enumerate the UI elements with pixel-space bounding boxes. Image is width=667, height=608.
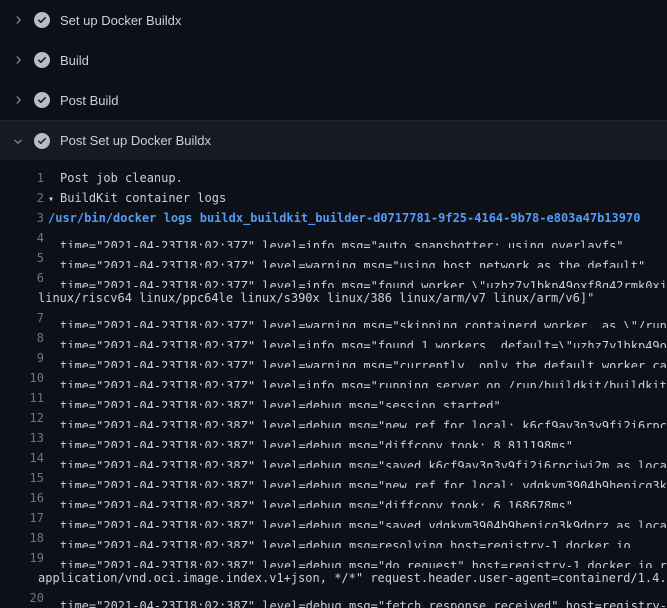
log-line: 11 time="2021-04-23T18:02:38Z" level=debu… bbox=[0, 388, 667, 408]
chevron-down-icon bbox=[12, 135, 24, 147]
log-line-text: time="2021-04-23T18:02:37Z" level=warnin… bbox=[60, 308, 667, 328]
log-line-text: time="2021-04-23T18:02:37Z" level=info m… bbox=[60, 328, 667, 348]
log-line-number[interactable]: 2 bbox=[0, 188, 44, 208]
log-panel: Set up Docker Buildx Build Post Build Post … bbox=[0, 0, 667, 608]
log-line-number[interactable]: 3 bbox=[0, 208, 44, 228]
log-line: 7 time="2021-04-23T18:02:37Z" level=warni… bbox=[0, 308, 667, 328]
log-line: 6 time="2021-04-23T18:02:37Z" level=info … bbox=[0, 268, 667, 288]
step-list: Set up Docker Buildx Build Post Build Post … bbox=[0, 0, 667, 160]
log-line: 13 time="2021-04-23T18:02:38Z" level=debu… bbox=[0, 428, 667, 448]
step-header-set-up-docker-buildx[interactable]: Set up Docker Buildx bbox=[0, 0, 667, 40]
log-line: linux/riscv64 linux/ppc64le linux/s390x … bbox=[0, 288, 667, 308]
log-line: 14 time="2021-04-23T18:02:38Z" level=debu… bbox=[0, 448, 667, 468]
chevron-right-icon bbox=[12, 54, 24, 66]
log-line-number[interactable]: 14 bbox=[0, 448, 44, 468]
log-line-number[interactable]: 10 bbox=[0, 368, 44, 388]
log-line-number[interactable]: 5 bbox=[0, 248, 44, 268]
log-lines: 1Post job cleanup.2▾BuildKit container l… bbox=[0, 160, 667, 608]
log-line-number[interactable]: 1 bbox=[0, 168, 44, 188]
log-group-row[interactable]: 2▾BuildKit container logs bbox=[0, 188, 667, 208]
log-line: 18 time="2021-04-23T18:02:38Z" level=debu… bbox=[0, 528, 667, 548]
log-line: 20 time="2021-04-23T18:02:38Z" level=debu… bbox=[0, 588, 667, 608]
log-line: 12 time="2021-04-23T18:02:38Z" level=debu… bbox=[0, 408, 667, 428]
log-line: 17 time="2021-04-23T18:02:38Z" level=debu… bbox=[0, 508, 667, 528]
log-line-text: ▾BuildKit container logs bbox=[48, 188, 226, 208]
log-line-text: Post job cleanup. bbox=[60, 168, 183, 188]
log-line-number[interactable]: 4 bbox=[0, 228, 44, 248]
log-line-text: time="2021-04-23T18:02:38Z" level=debug … bbox=[60, 428, 573, 448]
log-line-text: time="2021-04-23T18:02:38Z" level=debug … bbox=[60, 468, 667, 488]
log-line: application/vnd.oci.image.index.v1+json,… bbox=[0, 568, 667, 588]
log-line: 8 time="2021-04-23T18:02:37Z" level=info … bbox=[0, 328, 667, 348]
step-header-post-set-up-docker-buildx[interactable]: Post Set up Docker Buildx bbox=[0, 120, 667, 160]
log-line-text: time="2021-04-23T18:02:38Z" level=debug … bbox=[60, 548, 667, 568]
step-title: Build bbox=[60, 53, 89, 68]
log-line-text: time="2021-04-23T18:02:37Z" level=info m… bbox=[60, 368, 667, 388]
log-line-text: time="2021-04-23T18:02:38Z" level=debug … bbox=[60, 508, 667, 528]
log-line: 5 time="2021-04-23T18:02:37Z" level=warni… bbox=[0, 248, 667, 268]
step-title: Post Set up Docker Buildx bbox=[60, 133, 211, 148]
log-line-text: time="2021-04-23T18:02:38Z" level=debug … bbox=[60, 588, 667, 608]
step-header-post-build[interactable]: Post Build bbox=[0, 80, 667, 120]
log-line-number[interactable]: 11 bbox=[0, 388, 44, 408]
log-line-text: time="2021-04-23T18:02:37Z" level=warnin… bbox=[60, 248, 645, 268]
log-line-text: time="2021-04-23T18:02:38Z" level=debug … bbox=[60, 488, 573, 508]
log-line-number[interactable]: 19 bbox=[0, 548, 44, 568]
log-line-number[interactable]: 9 bbox=[0, 348, 44, 368]
log-line-number[interactable]: 6 bbox=[0, 268, 44, 288]
log-line-number[interactable]: 13 bbox=[0, 428, 44, 448]
log-line-text: time="2021-04-23T18:02:38Z" level=debug … bbox=[60, 448, 667, 468]
log-line-text: linux/riscv64 linux/ppc64le linux/s390x … bbox=[38, 288, 594, 308]
log-line: 4 time="2021-04-23T18:02:37Z" level=info … bbox=[0, 228, 667, 248]
log-line-text: time="2021-04-23T18:02:38Z" level=debug … bbox=[60, 388, 501, 408]
step-title: Set up Docker Buildx bbox=[60, 13, 181, 28]
log-command-text: /usr/bin/docker logs buildx_buildkit_bui… bbox=[48, 208, 640, 228]
log-line-text: time="2021-04-23T18:02:37Z" level=info m… bbox=[60, 268, 667, 288]
chevron-right-icon bbox=[12, 94, 24, 106]
check-circle-icon bbox=[34, 133, 50, 149]
log-line: 3/usr/bin/docker logs buildx_buildkit_bu… bbox=[0, 208, 667, 228]
log-line: 15 time="2021-04-23T18:02:38Z" level=debu… bbox=[0, 468, 667, 488]
log-line-number[interactable]: 18 bbox=[0, 528, 44, 548]
step-header-build[interactable]: Build bbox=[0, 40, 667, 80]
log-line-text: time="2021-04-23T18:02:37Z" level=info m… bbox=[60, 228, 624, 248]
log-line: 16 time="2021-04-23T18:02:38Z" level=debu… bbox=[0, 488, 667, 508]
log-line-text: time="2021-04-23T18:02:38Z" level=debug … bbox=[60, 408, 667, 428]
step-title: Post Build bbox=[60, 93, 119, 108]
log-line-number[interactable]: 17 bbox=[0, 508, 44, 528]
log-line-number[interactable]: 16 bbox=[0, 488, 44, 508]
check-circle-icon bbox=[34, 52, 50, 68]
log-line: 19 time="2021-04-23T18:02:38Z" level=debu… bbox=[0, 548, 667, 568]
check-circle-icon bbox=[34, 12, 50, 28]
log-line-number[interactable]: 15 bbox=[0, 468, 44, 488]
log-line-number[interactable]: 7 bbox=[0, 308, 44, 328]
log-line-text: time="2021-04-23T18:02:38Z" level=debug … bbox=[60, 528, 631, 548]
log-line-number[interactable]: 12 bbox=[0, 408, 44, 428]
log-line-text: time="2021-04-23T18:02:37Z" level=warnin… bbox=[60, 348, 667, 368]
log-line: 9 time="2021-04-23T18:02:37Z" level=warni… bbox=[0, 348, 667, 368]
log-line: 1 Post job cleanup. bbox=[0, 168, 667, 188]
group-chevron-down-icon[interactable]: ▾ bbox=[48, 190, 54, 208]
log-line-text: application/vnd.oci.image.index.v1+json,… bbox=[38, 568, 667, 588]
chevron-right-icon bbox=[12, 14, 24, 26]
log-line-number[interactable]: 20 bbox=[0, 588, 44, 608]
log-line: 10 time="2021-04-23T18:02:37Z" level=info… bbox=[0, 368, 667, 388]
check-circle-icon bbox=[34, 92, 50, 108]
log-line-number[interactable]: 8 bbox=[0, 328, 44, 348]
